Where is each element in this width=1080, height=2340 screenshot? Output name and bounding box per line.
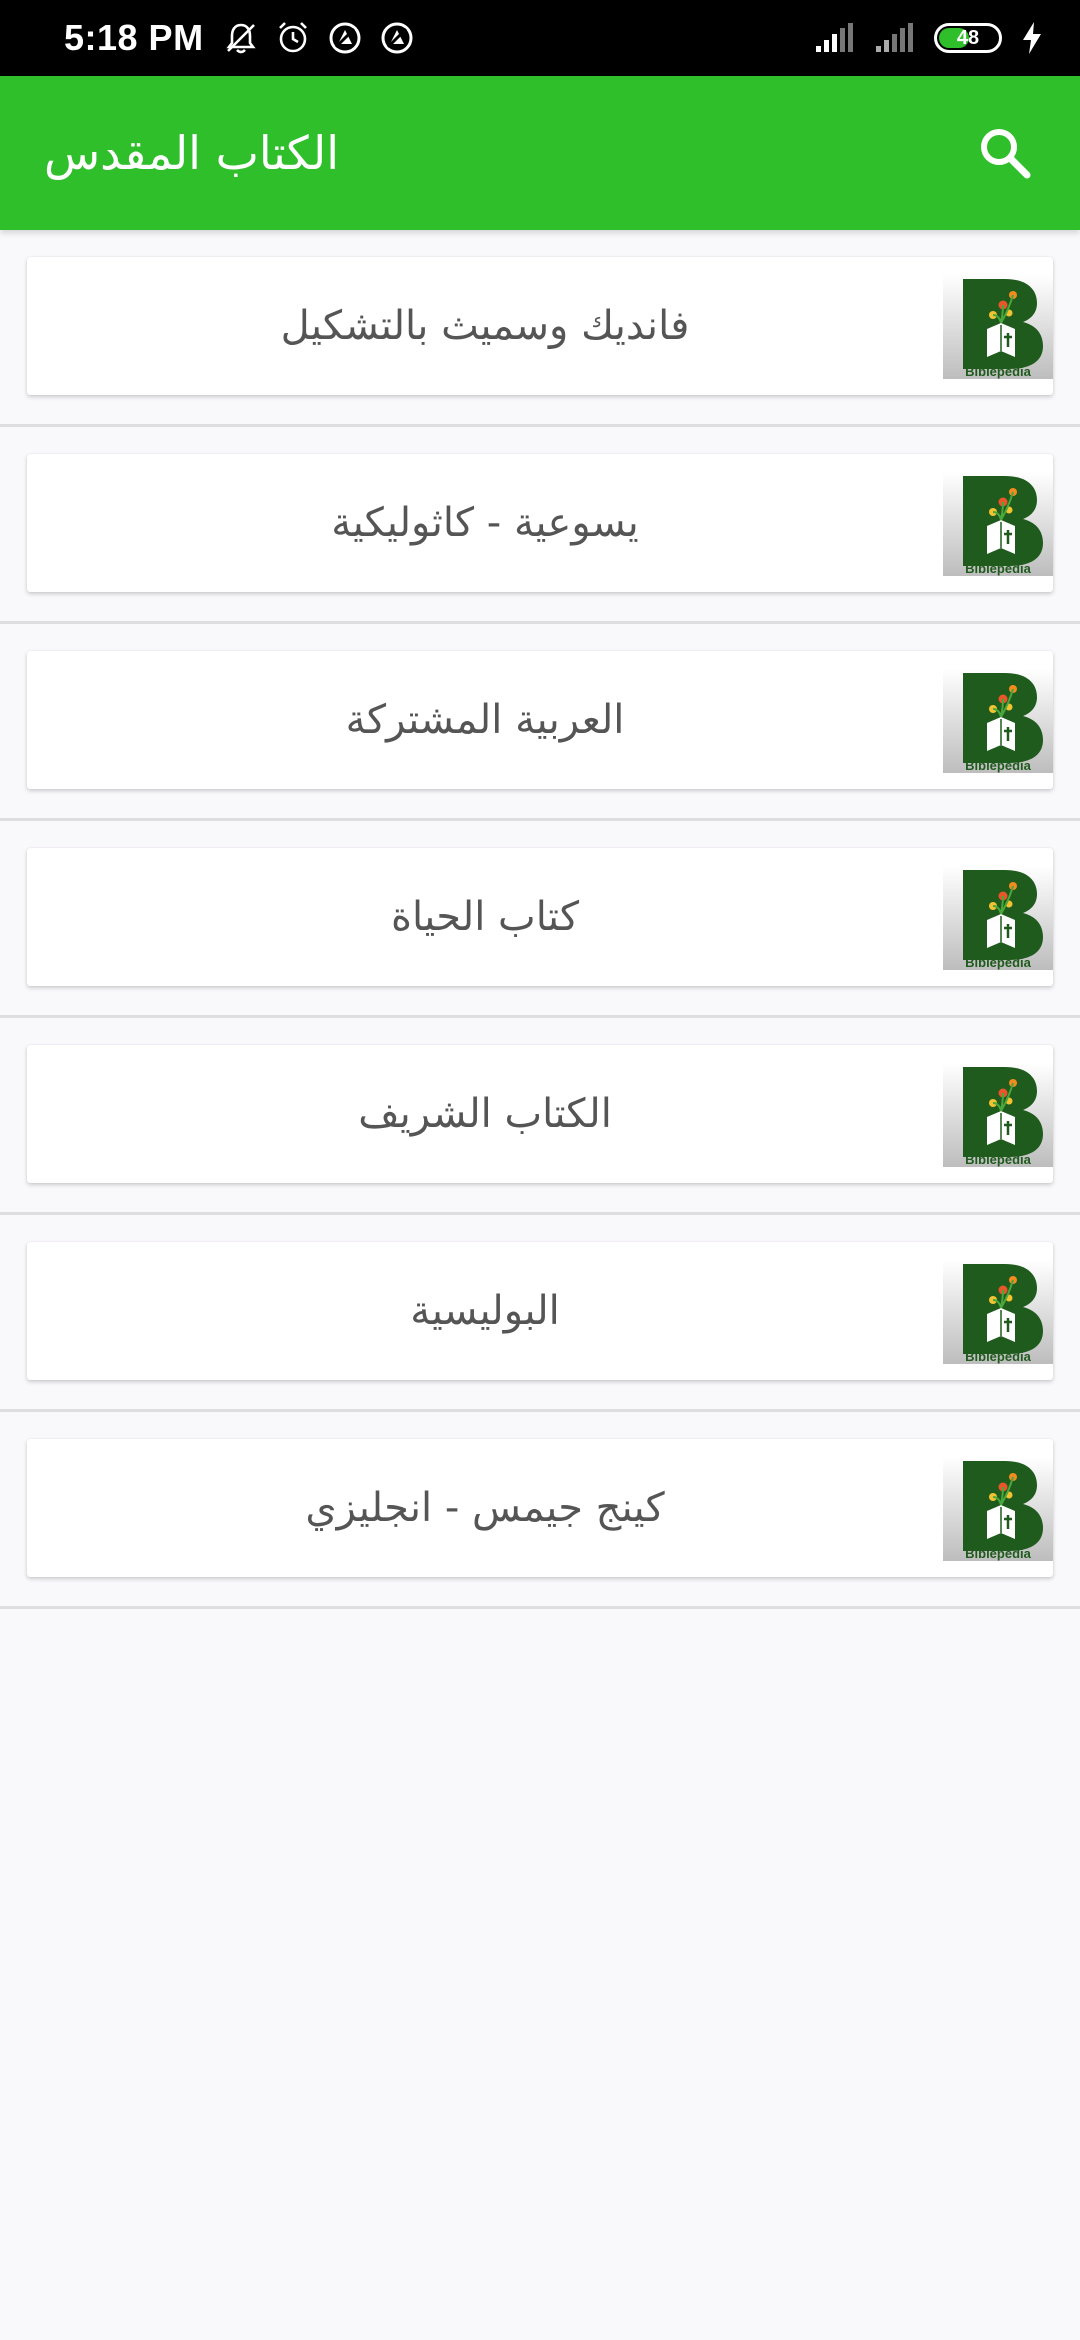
version-title: فانديك وسميث بالتشكيل: [280, 303, 690, 349]
bible-versions-list: فانديك وسميث بالتشكيل Biblepedia يسوعية …: [0, 230, 1080, 1609]
search-button[interactable]: [970, 118, 1040, 188]
version-title: البوليسية: [410, 1288, 560, 1334]
biblepedia-logo-icon: Biblepedia: [943, 472, 1053, 576]
logo-label: Biblepedia: [965, 561, 1032, 576]
notifications-muted-icon: [222, 19, 260, 57]
app-bar: الكتاب المقدس: [0, 76, 1080, 230]
biblepedia-logo-icon: Biblepedia: [943, 1063, 1053, 1167]
signal-icon: [874, 19, 916, 57]
logo-label: Biblepedia: [965, 1152, 1032, 1167]
list-item: فانديك وسميث بالتشكيل Biblepedia: [0, 230, 1080, 427]
biblepedia-logo-icon: Biblepedia: [943, 1260, 1053, 1364]
biblepedia-logo-icon: Biblepedia: [943, 669, 1053, 773]
version-card-4[interactable]: الكتاب الشريف Biblepedia: [27, 1045, 1053, 1183]
logo-label: Biblepedia: [965, 758, 1032, 773]
status-bar: 5:18 PM 48: [0, 0, 1080, 76]
version-title: العربية المشتركة: [345, 697, 625, 743]
vpn-icon: [378, 19, 416, 57]
logo-label: Biblepedia: [965, 1546, 1032, 1561]
version-card-0[interactable]: فانديك وسميث بالتشكيل Biblepedia: [27, 257, 1053, 395]
status-system-icons: 48: [814, 19, 1044, 57]
version-card-1[interactable]: يسوعية - كاثوليكية Biblepedia: [27, 454, 1053, 592]
version-card-2[interactable]: العربية المشتركة Biblepedia: [27, 651, 1053, 789]
status-time: 5:18 PM: [64, 17, 204, 58]
charging-icon: [1020, 19, 1044, 57]
list-item: كينج جيمس - انجليزي Biblepedia: [0, 1412, 1080, 1609]
biblepedia-logo-icon: Biblepedia: [943, 275, 1053, 379]
battery-level: 48: [956, 26, 980, 49]
list-item: كتاب الحياة Biblepedia: [0, 821, 1080, 1018]
list-item: الكتاب الشريف Biblepedia: [0, 1018, 1080, 1215]
app-title: الكتاب المقدس: [44, 126, 339, 180]
search-icon: [981, 129, 1031, 179]
signal-icon: [814, 19, 856, 57]
biblepedia-logo-icon: Biblepedia: [943, 866, 1053, 970]
logo-label: Biblepedia: [965, 1349, 1032, 1364]
list-item: العربية المشتركة Biblepedia: [0, 624, 1080, 821]
version-card-5[interactable]: البوليسية Biblepedia: [27, 1242, 1053, 1380]
version-card-3[interactable]: كتاب الحياة Biblepedia: [27, 848, 1053, 986]
version-title: الكتاب الشريف: [358, 1091, 612, 1137]
version-card-6[interactable]: كينج جيمس - انجليزي Biblepedia: [27, 1439, 1053, 1577]
version-title: كينج جيمس - انجليزي: [305, 1485, 665, 1531]
alarm-icon: [274, 19, 312, 57]
list-item: يسوعية - كاثوليكية Biblepedia: [0, 427, 1080, 624]
version-title: يسوعية - كاثوليكية: [331, 500, 639, 546]
logo-label: Biblepedia: [965, 955, 1032, 970]
logo-label: Biblepedia: [965, 364, 1032, 379]
list-item: البوليسية Biblepedia: [0, 1215, 1080, 1412]
version-title: كتاب الحياة: [391, 894, 580, 940]
biblepedia-logo-icon: Biblepedia: [943, 1457, 1053, 1561]
status-notification-icons: [222, 19, 416, 57]
battery-icon: 48: [934, 23, 1002, 53]
vpn-icon: [326, 19, 364, 57]
